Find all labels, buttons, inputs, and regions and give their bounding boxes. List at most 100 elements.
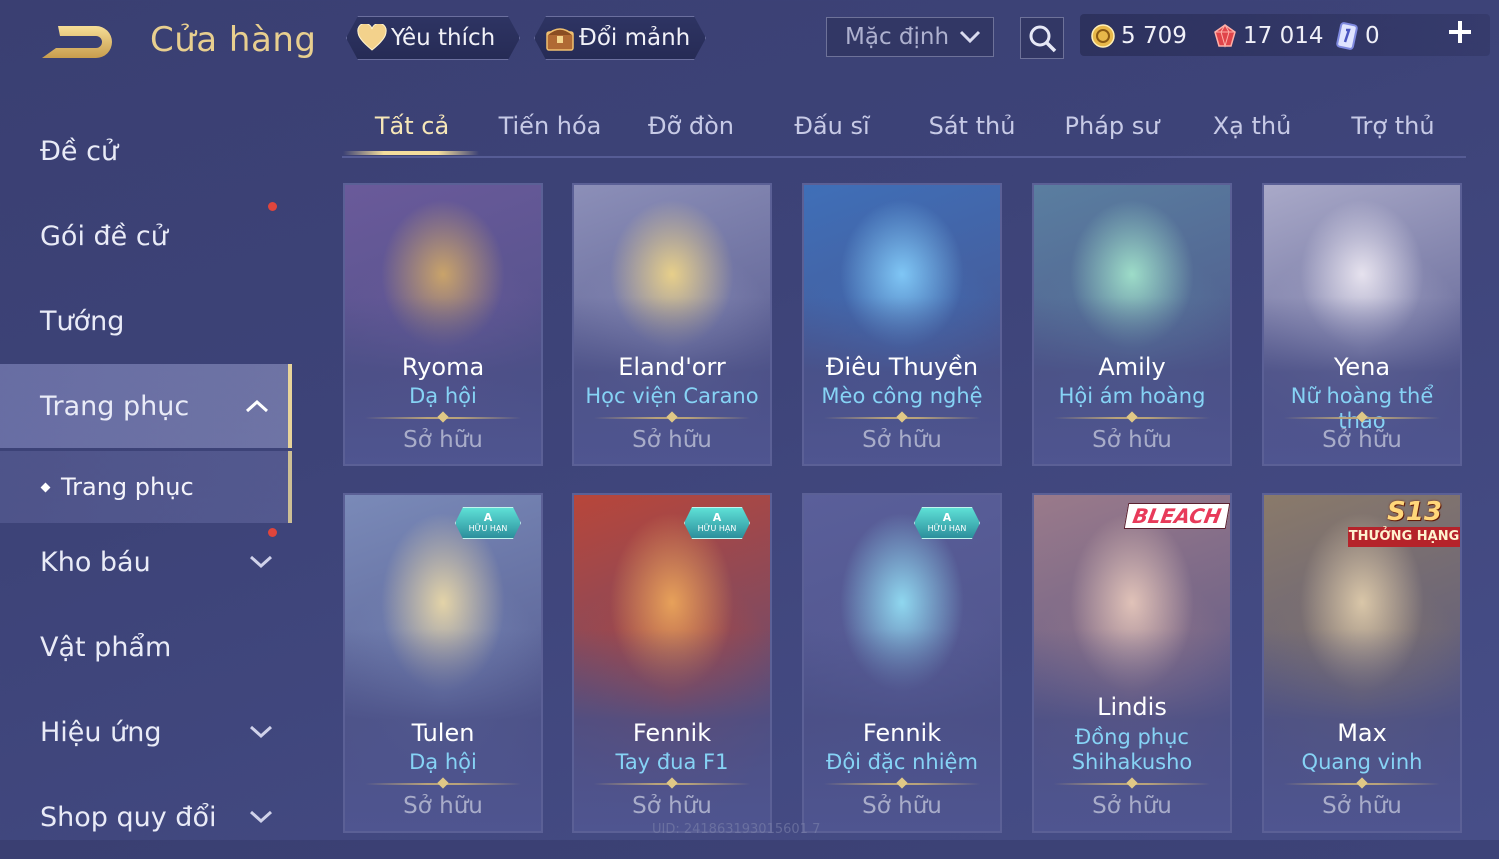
sidebar-item-heroes[interactable]: Tướng (0, 279, 292, 363)
notification-dot (268, 528, 277, 537)
hero-name: Eland'orr (618, 353, 726, 381)
chevron-up-icon (245, 399, 269, 413)
tab-mage[interactable]: Pháp sư (1042, 112, 1182, 140)
sidebar: Đề cử Gói đề cử Tướng Trang phục Trang p… (0, 95, 292, 840)
search-icon (1029, 25, 1057, 53)
skin-name: Dạ hội (409, 384, 477, 408)
owned-status: Sở hữu (862, 427, 942, 453)
hero-name: Fennik (632, 719, 712, 747)
exchange-button[interactable]: Đổi mảnh (534, 16, 706, 60)
hero-name: Điêu Thuyền (825, 353, 979, 381)
skin-card[interactable]: Yena Nữ hoàng thể thao Sở hữu (1262, 183, 1462, 466)
card-ticket-icon (1336, 22, 1358, 50)
chevron-down-icon (959, 30, 981, 44)
hero-name: Amily (1098, 353, 1166, 381)
season-ribbon: THƯỞNG HẠNG (1348, 527, 1460, 547)
skin-name: Dạ hội (409, 750, 477, 774)
gold-value: 5 709 (1121, 23, 1187, 49)
season-reward-badge: S13 THƯỞNG HẠNG (1342, 497, 1460, 549)
tab-support[interactable]: Trợ thủ (1323, 112, 1463, 140)
sidebar-item-label: Vật phẩm (40, 631, 172, 663)
owned-status: Sở hữu (1092, 793, 1172, 819)
tab-tank[interactable]: Đỡ đòn (621, 112, 761, 140)
skin-card[interactable]: S13 THƯỞNG HẠNG Max Quang vinh Sở hữu (1262, 493, 1462, 833)
sidebar-item-effects[interactable]: Hiệu ứng (0, 690, 292, 774)
sidebar-item-bundles[interactable]: Gói đề cử (0, 194, 292, 278)
sidebar-item-label: Gói đề cử (40, 220, 168, 252)
currency-card: 0 (1334, 18, 1380, 54)
badge-label: HỮU HẠN (468, 524, 508, 533)
skin-card[interactable]: Ryoma Dạ hội Sở hữu (343, 183, 543, 466)
skin-name: Quang vinh (1301, 750, 1423, 774)
favorite-button[interactable]: Yêu thích (346, 16, 520, 60)
sidebar-item-label: Trang phục (61, 473, 194, 501)
skin-name: Tay đua F1 (615, 750, 729, 774)
season-label: S13 (1387, 497, 1442, 527)
skin-name: Hội ám hoàng (1058, 384, 1206, 408)
skin-card[interactable]: A HỮU HẠN Fennik Tay đua F1 Sở hữu (572, 493, 772, 833)
add-currency-button[interactable] (1444, 18, 1476, 50)
back-button[interactable] (38, 20, 118, 64)
currency-gold: 5 709 (1090, 18, 1187, 54)
owned-status: Sở hữu (1322, 793, 1402, 819)
sort-dropdown[interactable]: Mặc định (826, 17, 994, 57)
sidebar-item-skins[interactable]: Trang phục (0, 364, 292, 448)
chest-icon (543, 21, 577, 55)
active-tab-indicator (343, 151, 479, 155)
notification-dot (268, 202, 277, 211)
tab-warrior[interactable]: Đấu sĩ (762, 112, 902, 140)
tab-all[interactable]: Tất cả (342, 112, 482, 140)
hero-name: Tulen (411, 719, 475, 747)
badge-label: HỮU HẠN (927, 524, 967, 533)
limited-badge: A HỮU HẠN (914, 507, 980, 539)
currency-ruby: 17 014 (1212, 18, 1323, 54)
sidebar-item-label: Tướng (40, 305, 125, 337)
owned-status: Sở hữu (1092, 427, 1172, 453)
sidebar-item-label: Shop quy đổi (40, 801, 217, 833)
role-tabs: Tất cả Tiến hóa Đỡ đòn Đấu sĩ Sát thủ Ph… (342, 100, 1466, 158)
badge-grade: A (942, 511, 952, 524)
hero-name: Lindis (1097, 693, 1167, 721)
skin-card[interactable]: BLEACH Lindis Đồng phục Shihakusho Sở hữ… (1032, 493, 1232, 833)
plus-icon (1449, 21, 1471, 43)
hero-name: Fennik (862, 719, 942, 747)
badge-label: HỮU HẠN (697, 524, 737, 533)
hero-name: Max (1337, 719, 1387, 747)
badge-grade: A (483, 511, 493, 524)
back-arrow-icon (42, 26, 112, 58)
card-value: 0 (1365, 23, 1380, 49)
skin-card[interactable]: A HỮU HẠN Fennik Đội đặc nhiệm Sở hữu (802, 493, 1002, 833)
skin-card[interactable]: A HỮU HẠN Tulen Dạ hội Sở hữu (343, 493, 543, 833)
bleach-collab-badge: BLEACH (1123, 503, 1230, 529)
uid-watermark: UID: 241863193015601 7 (652, 822, 821, 837)
sidebar-item-treasure[interactable]: Kho báu (0, 520, 292, 604)
skin-card[interactable]: Eland'orr Học viện Carano Sở hữu (572, 183, 772, 466)
owned-status: Sở hữu (403, 427, 483, 453)
search-button[interactable] (1020, 17, 1064, 59)
hero-name: Yena (1333, 353, 1391, 381)
skin-name: Học viện Carano (585, 384, 759, 408)
favorite-label: Yêu thích (391, 25, 496, 51)
limited-badge: A HỮU HẠN (455, 507, 521, 539)
skin-name: Đội đặc nhiệm (826, 750, 978, 774)
skin-card[interactable]: Amily Hội ám hoàng Sở hữu (1032, 183, 1232, 466)
tab-marksman[interactable]: Xạ thủ (1182, 112, 1322, 140)
sidebar-item-label: Hiệu ứng (40, 716, 162, 748)
hero-name: Ryoma (401, 353, 485, 381)
chevron-down-icon (249, 555, 273, 569)
badge-grade: A (712, 511, 722, 524)
heart-icon (355, 21, 389, 55)
skin-card[interactable]: Điêu Thuyền Mèo công nghệ Sở hữu (802, 183, 1002, 466)
tab-evolution[interactable]: Tiến hóa (480, 112, 620, 140)
owned-status: Sở hữu (403, 793, 483, 819)
sidebar-subitem-skins[interactable]: Trang phục (0, 451, 292, 523)
sidebar-item-items[interactable]: Vật phẩm (0, 605, 292, 689)
tab-assassin[interactable]: Sát thủ (902, 112, 1042, 140)
skin-name: Mèo công nghệ (821, 384, 983, 408)
ruby-gem-icon (1214, 23, 1236, 48)
owned-status: Sở hữu (1322, 427, 1402, 453)
sidebar-item-exchange-shop[interactable]: Shop quy đổi (0, 775, 292, 859)
sidebar-item-featured[interactable]: Đề cử (0, 109, 292, 193)
limited-badge: A HỮU HẠN (684, 507, 750, 539)
page-title: Cửa hàng (150, 20, 317, 60)
